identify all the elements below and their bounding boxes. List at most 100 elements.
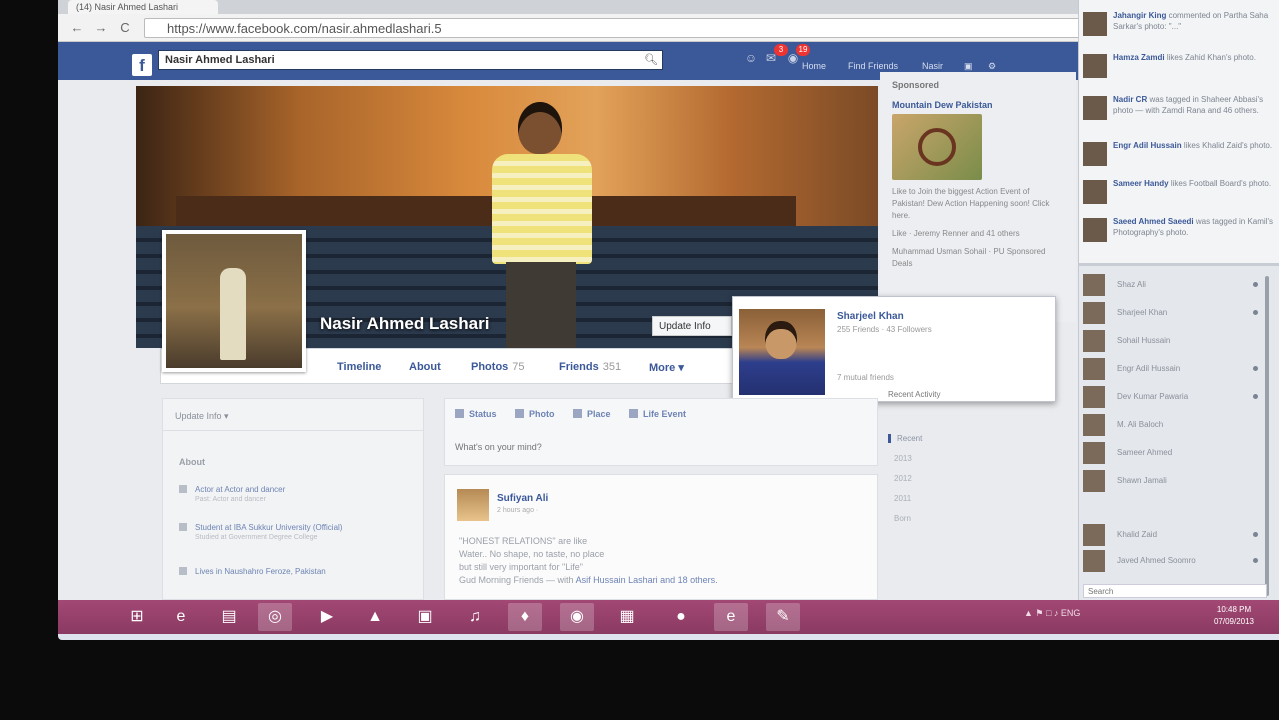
composer-status-tab[interactable]: Status (455, 409, 497, 419)
nav-home[interactable]: Home (802, 61, 826, 71)
composer-photo-label: Photo (529, 409, 555, 419)
composer-place-tab[interactable]: Place (573, 409, 611, 419)
post-line-1: "HONEST RELATIONS" are like (459, 536, 588, 546)
tab-about[interactable]: About (409, 361, 441, 373)
chat-friend-name: Engr Adil Hussain (1117, 364, 1181, 373)
windows-logo-icon[interactable]: ⊞ (120, 603, 154, 631)
avatar (1083, 180, 1107, 204)
chat-friend[interactable]: Khalid Zaid (1083, 522, 1261, 548)
chat-friend[interactable]: Dev Kumar Pawaria (1083, 384, 1261, 410)
about-education[interactable]: Student at IBA Sukkur University (Offici… (179, 523, 342, 541)
privacy-icon[interactable]: ▣ (964, 61, 973, 72)
chat-friend[interactable]: Javed Ahmed Soomro (1083, 548, 1261, 574)
avatar (1083, 54, 1107, 78)
vlc-icon[interactable]: ▲ (358, 603, 392, 631)
hovercard-photo[interactable] (739, 309, 825, 395)
facebook-logo[interactable]: f (132, 54, 152, 76)
chat-friend[interactable]: Shaz Ali (1083, 272, 1261, 298)
ticker-item[interactable]: Jahangir King commented on Partha Saha S… (1083, 10, 1279, 44)
post-tagged-link[interactable]: Asif Hussain Lashari and 18 others. (576, 575, 718, 585)
ad-description: Like to Join the biggest Action Event of… (892, 187, 1050, 220)
tab-photos[interactable]: Photos 75 (471, 361, 525, 373)
browser-icon[interactable]: e (714, 603, 748, 631)
sponsored-header: Sponsored (892, 80, 940, 90)
nav-profile[interactable]: Nasir (922, 61, 943, 71)
ad-title[interactable]: Mountain Dew Pakistan (892, 100, 1064, 110)
ticker-item[interactable]: Sameer Handy likes Football Board's phot… (1083, 178, 1279, 212)
tab-friends[interactable]: Friends 351 (559, 361, 621, 373)
tab-more-label: More ▾ (649, 362, 684, 374)
year-recent[interactable]: Recent (888, 434, 922, 443)
back-button[interactable]: ← (68, 19, 86, 37)
itunes-icon[interactable]: ♫ (458, 603, 492, 631)
ticker-item[interactable]: Saeed Ahmed Saeedi was tagged in Kamil's… (1083, 216, 1279, 250)
composer-life-event-label: Life Event (643, 409, 687, 419)
post-time[interactable]: 2 hours ago · (497, 507, 538, 514)
year-2012[interactable]: 2012 (894, 474, 912, 483)
about-lives[interactable]: Lives in Naushahro Feroze, Pakistan (179, 567, 326, 576)
ticker-text: Hamza Zamdi likes Zahid Khan's photo. (1113, 53, 1256, 62)
internet-explorer-icon[interactable]: e (164, 603, 198, 631)
chat-friend[interactable]: Engr Adil Hussain (1083, 356, 1261, 382)
disc-icon[interactable]: ◎ (258, 603, 292, 631)
life-event-icon (629, 409, 638, 418)
ad-image[interactable] (892, 114, 982, 180)
post-author[interactable]: Sufiyan Ali (497, 493, 548, 504)
file-explorer-icon[interactable]: ▤ (212, 603, 246, 631)
search-icon[interactable]: 🔍︎ (644, 53, 658, 66)
chrome-icon[interactable]: ◉ (560, 603, 594, 631)
ad-extra: Muhammad Usman Sohail · PU Sponsored Dea… (892, 247, 1046, 268)
clock[interactable]: 10:48 PM 07/09/2013 (1204, 604, 1264, 628)
chat-friend[interactable]: Sharjeel Khan (1083, 300, 1261, 326)
hovercard: Sharjeel Khan 255 Friends · 43 Followers… (732, 296, 1056, 402)
language-indicator[interactable]: ENG (1061, 608, 1081, 618)
year-2011[interactable]: 2011 (894, 494, 911, 503)
chat-friend[interactable]: Sameer Ahmed (1083, 440, 1261, 466)
messages-icon[interactable]: ✉ 3 (762, 44, 788, 67)
ticker-item[interactable]: Nadir CR was tagged in Shaheer Abbasi's … (1083, 94, 1279, 128)
ticker-item[interactable]: Hamza Zamdi likes Zahid Khan's photo. (1083, 52, 1279, 86)
chat-friend-name: Dev Kumar Pawaria (1117, 392, 1189, 401)
update-info-dropdown[interactable]: Update Info ▾ (163, 399, 423, 431)
year-born[interactable]: Born (894, 514, 911, 523)
year-2013[interactable]: 2013 (894, 454, 912, 463)
system-tray[interactable]: ▲ ⚑ □ ♪ ENG (1024, 608, 1080, 619)
search-input[interactable]: Nasir Ahmed Lashari (158, 50, 663, 70)
ticker-item[interactable]: Engr Adil Hussain likes Khalid Zaid's ph… (1083, 140, 1279, 174)
composer-photo-tab[interactable]: Photo (515, 409, 555, 419)
chat-friend[interactable]: Shawn Jamali (1083, 468, 1261, 494)
composer-life-event-tab[interactable]: Life Event (629, 409, 686, 419)
media-icon[interactable]: ▶ (310, 603, 344, 631)
game-icon[interactable]: ♦ (508, 603, 542, 631)
profile-name[interactable]: Nasir Ahmed Lashari (320, 314, 489, 334)
address-bar[interactable]: https://www.facebook.com/nasir.ahmedlash… (144, 18, 1084, 38)
about-work[interactable]: Actor at Actor and dancer Past: Actor and… (179, 485, 285, 503)
app-icon[interactable]: ● (664, 603, 698, 631)
tab-more[interactable]: More ▾ (649, 361, 684, 374)
reload-button[interactable]: C (116, 19, 134, 37)
browser-tab[interactable]: (14) Nasir Ahmed Lashari (68, 0, 218, 14)
chat-scrollbar[interactable] (1265, 276, 1269, 596)
settings-gear-icon[interactable]: ⚙ (988, 61, 996, 72)
hovercard-mutual-friends[interactable]: 7 mutual friends (837, 373, 894, 382)
status-input[interactable] (455, 439, 865, 455)
notifications-icon[interactable]: ◉ 19 (784, 44, 810, 67)
tab-timeline[interactable]: Timeline (337, 361, 381, 373)
hovercard-name[interactable]: Sharjeel Khan (837, 311, 904, 322)
chat-search-input[interactable] (1083, 584, 1267, 598)
post-composer: Status Photo Place Life Event (444, 398, 878, 466)
chat-friend-name: Sameer Ahmed (1117, 448, 1173, 457)
nav-find-friends[interactable]: Find Friends (848, 61, 898, 71)
post-author-avatar[interactable] (457, 489, 489, 521)
paint-icon[interactable]: ✎ (766, 603, 800, 631)
chat-friend[interactable]: M. Ali Baloch (1083, 412, 1261, 438)
friend-requests-icon[interactable]: ☺ (742, 51, 760, 67)
forward-button[interactable]: → (92, 19, 110, 37)
notifications-badge: 19 (796, 44, 810, 56)
avatar (1083, 414, 1105, 436)
profile-picture[interactable] (162, 230, 306, 372)
network-icon[interactable]: ▣ (408, 603, 442, 631)
update-info-button[interactable]: Update Info (652, 316, 732, 336)
office-icon[interactable]: ▦ (610, 603, 644, 631)
chat-friend[interactable]: Sohail Hussain (1083, 328, 1261, 354)
